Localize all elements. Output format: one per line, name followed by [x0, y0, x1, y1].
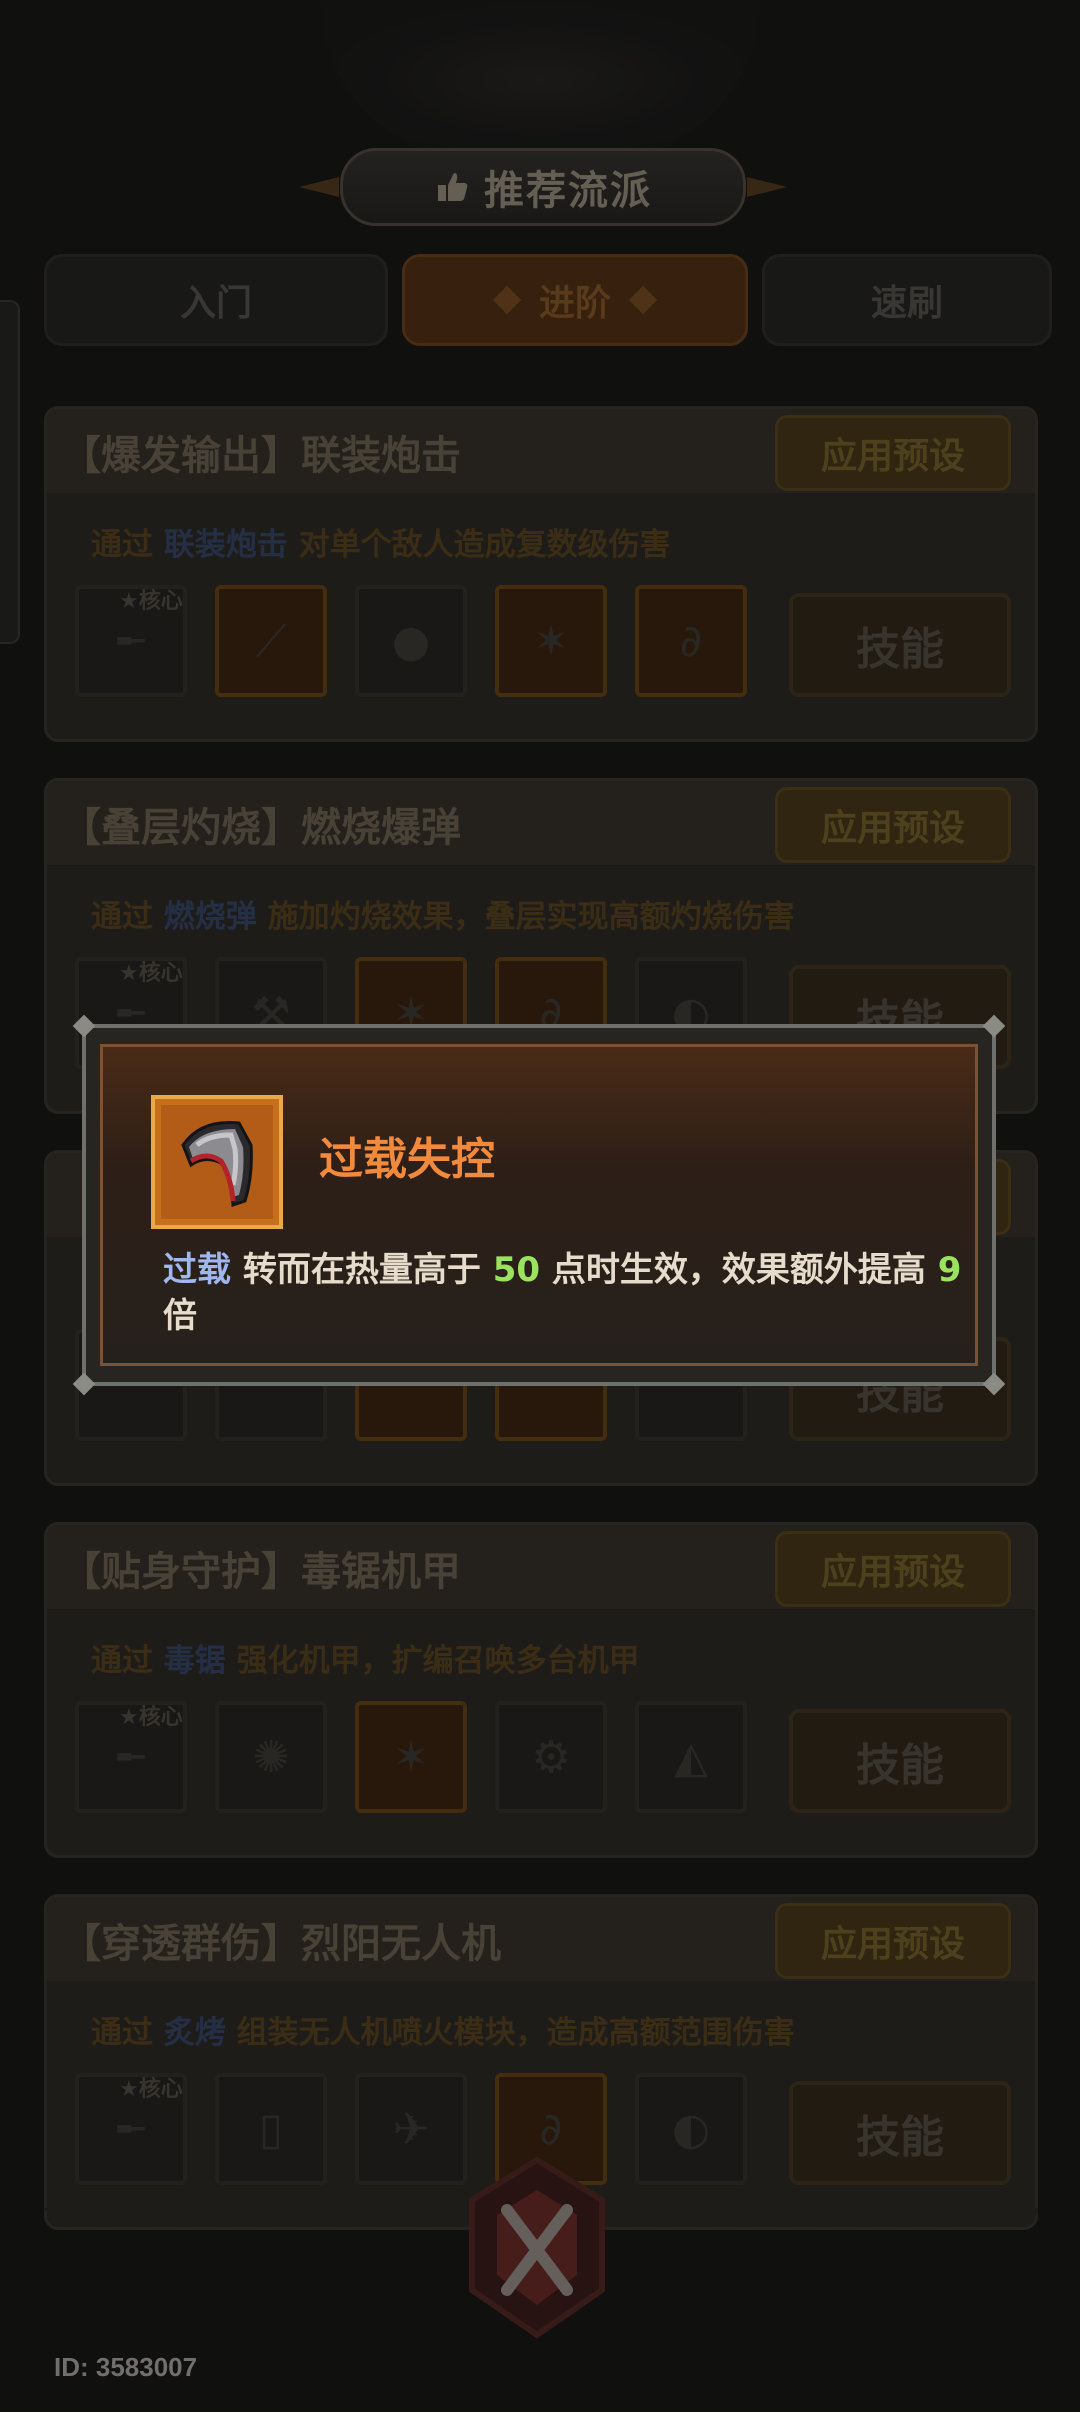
desc-number: 9 — [937, 1250, 962, 1290]
frame-corner — [72, 1014, 96, 1038]
popup-body: 过载失控 过载 转而在热量高于 50 点时生效，效果额外提高 9 倍 — [100, 1044, 978, 1366]
desc-keyword: 过载 — [163, 1250, 231, 1290]
frame-corner — [982, 1372, 1006, 1396]
skill-tooltip-popup: 过载失控 过载 转而在热量高于 50 点时生效，效果额外提高 9 倍 — [72, 1014, 1006, 1396]
desc-number: 50 — [492, 1250, 541, 1290]
modal-backdrop[interactable]: 过载失控 过载 转而在热量高于 50 点时生效，效果额外提高 9 倍 — [0, 0, 1080, 2412]
armor-plate-icon — [181, 1120, 253, 1208]
frame-corner — [72, 1372, 96, 1396]
desc-text: 转而在热量高于 — [231, 1250, 493, 1290]
frame-corner — [982, 1014, 1006, 1038]
desc-text: 点时生效，效果额外提高 — [540, 1250, 938, 1290]
item-icon-frame — [151, 1095, 283, 1229]
item-icon-bg — [161, 1105, 273, 1219]
desc-text: 倍 — [163, 1296, 197, 1336]
popup-title: 过载失控 — [319, 1134, 495, 1185]
popup-description: 过载 转而在热量高于 50 点时生效，效果额外提高 9 倍 — [163, 1247, 963, 1339]
